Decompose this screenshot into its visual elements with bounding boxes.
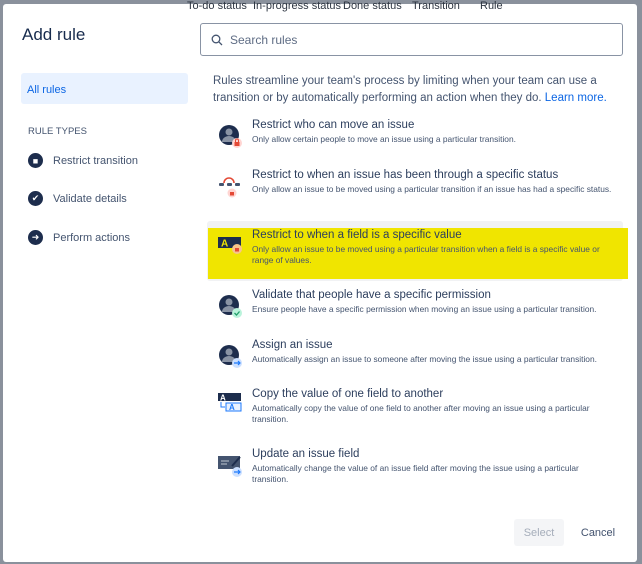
background-table-header: To-do status In-progress status Done sta… [0, 0, 642, 13]
sidebar-item-perform-actions[interactable]: ➜ Perform actions [28, 230, 130, 245]
rule-description: Only allow certain people to move an iss… [252, 134, 516, 144]
person-check-icon [219, 295, 242, 318]
column-header: Transition [412, 0, 460, 12]
sidebar-item-all-rules[interactable]: All rules [21, 73, 188, 104]
check-icon: ✔ [28, 191, 43, 206]
field-lock-icon: A [218, 237, 242, 254]
svg-text:A: A [221, 239, 228, 250]
rule-title: Restrict to when a field is a specific v… [252, 229, 462, 241]
rule-title: Assign an issue [252, 339, 333, 351]
rule-types-heading: RULE TYPES [28, 126, 87, 137]
dialog-title: Add rule [22, 25, 86, 44]
rule-description: Only allow an issue to be moved using a … [252, 244, 600, 265]
sidebar-item-label: Perform actions [53, 231, 131, 244]
status-lock-icon [219, 177, 240, 198]
rule-title: Restrict to when an issue has been throu… [252, 169, 559, 181]
copy-field-icon: AA [218, 393, 242, 412]
add-rule-dialog: Add rule All rules RULE TYPES ■ Restrict … [3, 4, 637, 562]
rule-description: Automatically change the value of an iss… [252, 463, 579, 484]
rule-title: Update an issue field [252, 448, 360, 460]
column-header: Rule [480, 0, 503, 12]
column-header: In-progress status [253, 0, 342, 12]
rule-title: Copy the value of one field to another [252, 388, 444, 400]
edit-field-icon [218, 456, 242, 477]
sidebar-item-label: Validate details [53, 192, 127, 205]
sidebar-item-validate-details[interactable]: ✔ Validate details [28, 191, 127, 206]
search-icon [211, 34, 223, 45]
lock-icon: ■ [28, 153, 43, 168]
column-header: To-do status [187, 0, 247, 12]
sidebar-item-label: Restrict transition [53, 154, 138, 167]
sidebar-item-restrict-transition[interactable]: ■ Restrict transition [28, 153, 138, 168]
rule-description: Ensure people have a specific permission… [252, 304, 597, 314]
search-input[interactable] [230, 32, 610, 47]
rule-description: Automatically copy the value of one fiel… [252, 403, 590, 424]
rule-description: Automatically assign an issue to someone… [252, 354, 597, 364]
column-header: Done status [343, 0, 402, 12]
person-arrow-icon [219, 345, 242, 368]
intro-text: Rules streamline your team's process by … [213, 73, 613, 107]
rule-title: Restrict who can move an issue [252, 119, 415, 131]
person-lock-icon [219, 125, 242, 148]
search-box[interactable] [200, 23, 623, 56]
cancel-button[interactable]: Cancel [573, 519, 623, 546]
learn-more-link[interactable]: Learn more. [545, 92, 607, 104]
intro-body: Rules streamline your team's process by … [213, 75, 597, 104]
rule-description: Only allow an issue to be moved using a … [252, 184, 612, 194]
arrow-right-icon: ➜ [28, 230, 43, 245]
rule-title: Validate that people have a specific per… [252, 289, 491, 301]
svg-text:A: A [229, 403, 235, 412]
svg-text:A: A [220, 394, 226, 403]
select-button[interactable]: Select [514, 519, 564, 546]
